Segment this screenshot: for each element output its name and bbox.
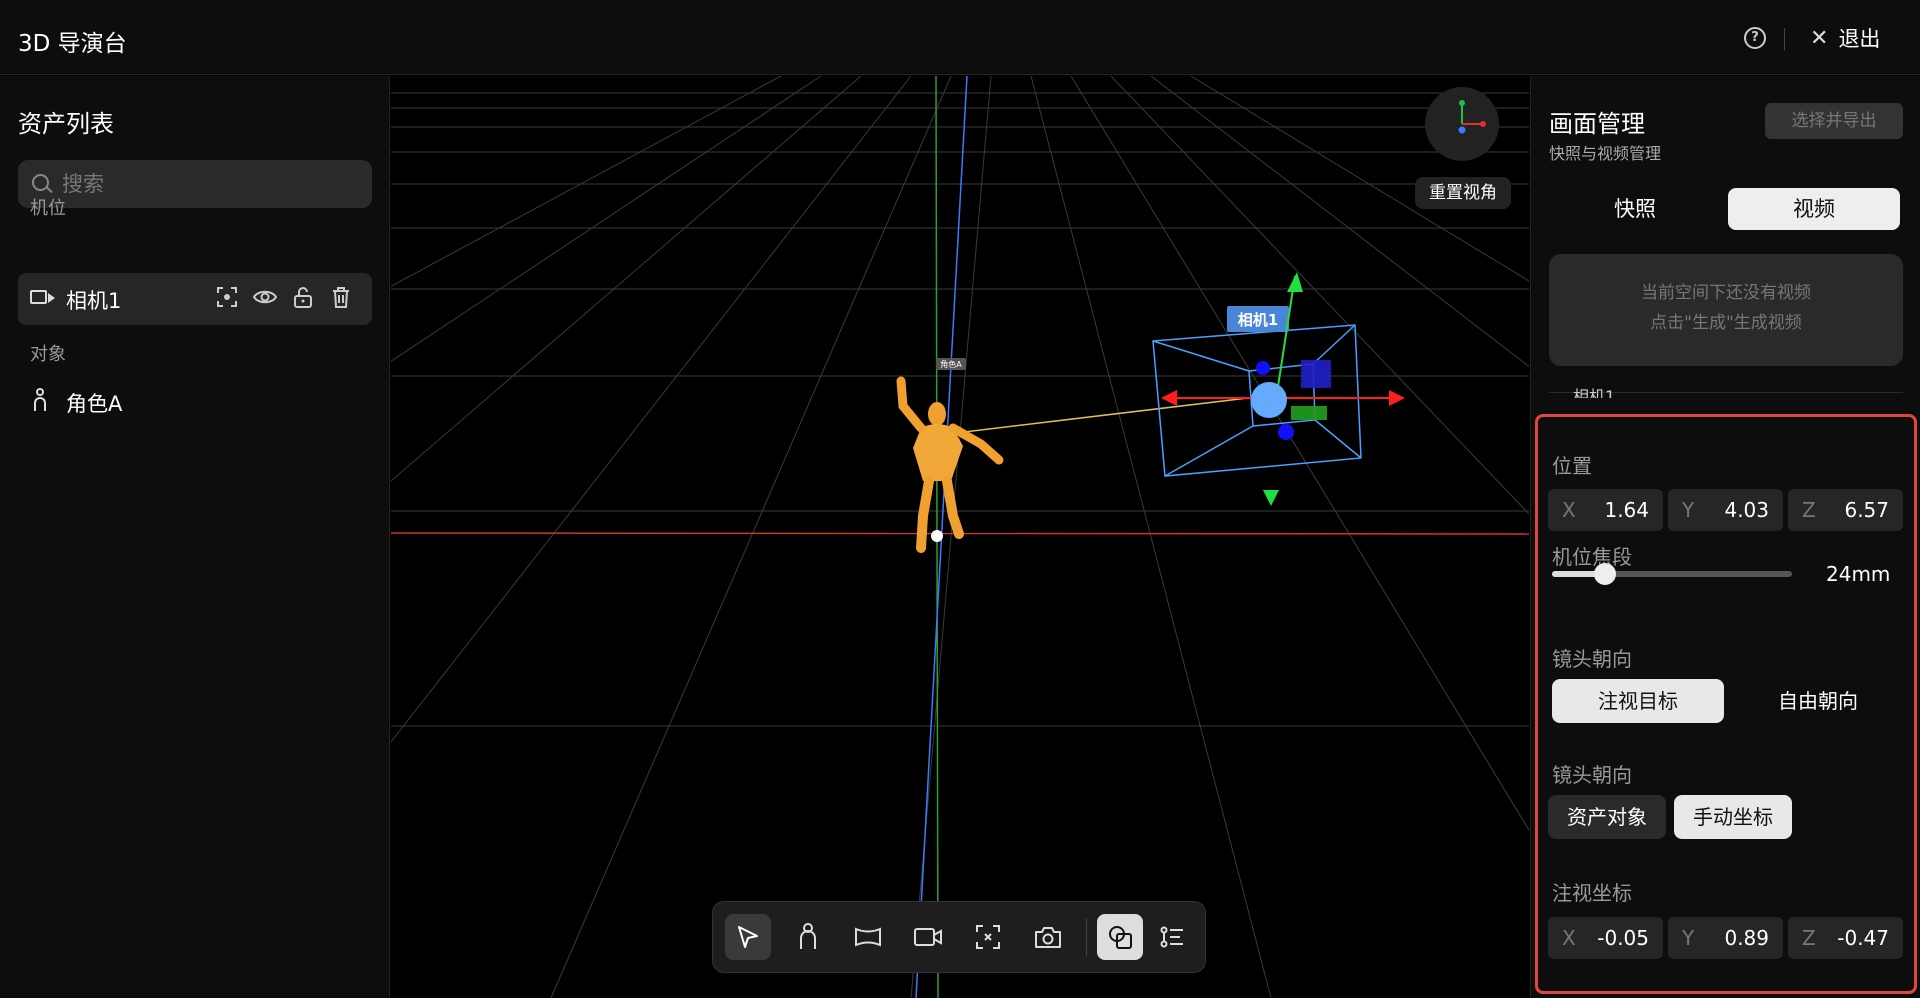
tab-snapshot[interactable]: 快照	[1549, 188, 1721, 230]
empty-line-1: 当前空间下还没有视频	[1641, 283, 1811, 303]
overlay-toggle-button[interactable]	[1097, 914, 1143, 960]
fit-view-button[interactable]	[965, 914, 1011, 960]
cursor-icon	[738, 926, 758, 948]
axis-label: Z	[1802, 498, 1816, 522]
scene-management-panel: 画面管理 快照与视频管理 选择并导出 快照 视频 当前空间下还没有视频 点击"生…	[1530, 76, 1920, 998]
focal-length-value: 24mm	[1826, 562, 1891, 586]
tab-video[interactable]: 视频	[1728, 188, 1900, 230]
focus-icon	[976, 925, 1000, 949]
asset-list-panel: 资产列表 机位 相机1 对象 角色A	[0, 76, 390, 998]
axis-label: X	[1562, 926, 1576, 950]
bottom-toolbar	[712, 901, 1206, 973]
empty-line-2: 点击"生成"生成视频	[1650, 313, 1802, 333]
empty-video-message: 当前空间下还没有视频 点击"生成"生成视频	[1549, 254, 1903, 366]
orientation-label-2: 镜头朝向	[1552, 763, 1632, 787]
3d-viewport[interactable]: 角色A 相机1	[391, 76, 1529, 998]
object-item-label: 角色A	[66, 392, 123, 416]
video-camera-icon	[30, 290, 55, 304]
select-tool-button[interactable]	[725, 914, 771, 960]
slider-thumb[interactable]	[1593, 563, 1616, 585]
look-z-value: -0.47	[1837, 926, 1889, 950]
reset-view-button[interactable]: 重置视角	[1415, 177, 1511, 209]
free-orientation-button[interactable]: 自由朝向	[1732, 679, 1904, 723]
look-z-field[interactable]: Z -0.47	[1788, 917, 1903, 959]
top-bar: 3D 导演台 ? ✕ 退出	[0, 0, 1920, 75]
section-objects: 对象	[30, 344, 66, 365]
person-icon	[800, 923, 816, 949]
axis-label: Z	[1802, 926, 1816, 950]
search-box	[18, 160, 372, 208]
orientation-label: 镜头朝向	[1552, 647, 1632, 671]
position-y-value: 4.03	[1724, 498, 1769, 522]
character-tag: 角色A	[940, 359, 962, 369]
divider	[1784, 28, 1785, 50]
position-label: 位置	[1552, 454, 1592, 478]
look-y-value: 0.89	[1724, 926, 1769, 950]
trash-icon[interactable]	[328, 286, 354, 312]
camera-list-item[interactable]: 相机1	[18, 273, 372, 325]
snapshot-button[interactable]	[1025, 914, 1071, 960]
camera-tool-button[interactable]	[905, 914, 951, 960]
exit-button[interactable]: ✕ 退出	[1810, 24, 1880, 52]
camera-object	[1152, 272, 1405, 506]
unlock-icon[interactable]	[290, 286, 316, 312]
person-icon	[34, 388, 46, 412]
asset-object-button[interactable]: 资产对象	[1548, 795, 1666, 839]
manual-coordinate-button[interactable]: 手动坐标	[1674, 795, 1792, 839]
photo-camera-icon	[1035, 927, 1061, 948]
list-icon	[1160, 926, 1183, 948]
help-icon[interactable]: ?	[1744, 27, 1766, 49]
focal-length-slider[interactable]	[1552, 563, 1792, 585]
search-input[interactable]	[62, 170, 352, 198]
exit-label: 退出	[1838, 27, 1881, 51]
position-x-field[interactable]: X 1.64	[1548, 489, 1663, 531]
look-x-field[interactable]: X -0.05	[1548, 917, 1663, 959]
select-export-button[interactable]: 选择并导出	[1765, 103, 1903, 139]
character-tool-button[interactable]	[785, 914, 831, 960]
list-toggle-button[interactable]	[1149, 914, 1195, 960]
orientation-gizmo[interactable]	[1425, 87, 1499, 161]
look-x-value: -0.05	[1597, 926, 1649, 950]
position-z-field[interactable]: Z 6.57	[1788, 489, 1903, 531]
panel-title: 画面管理	[1549, 110, 1645, 138]
axis-label: Y	[1682, 926, 1695, 950]
panel-subtitle: 快照与视频管理	[1549, 144, 1662, 163]
look-coordinate-label: 注视坐标	[1552, 881, 1632, 905]
section-cameras: 机位	[30, 198, 66, 219]
focal-length-label: 机位焦段	[1552, 545, 1632, 569]
plane-icon	[855, 927, 881, 947]
camera-section-label: 相机1	[1573, 387, 1616, 398]
camera-properties-panel: 位置 X 1.64 Y 4.03 Z 6.57 机位焦段 24mm 镜头朝向 注…	[1535, 414, 1917, 994]
position-x-value: 1.64	[1604, 498, 1649, 522]
scene-canvas: 角色A 相机1	[391, 76, 1529, 998]
focus-icon[interactable]	[214, 286, 240, 312]
look-y-field[interactable]: Y 0.89	[1668, 917, 1783, 959]
toolbar-divider	[1086, 918, 1087, 956]
video-camera-icon	[914, 928, 942, 946]
look-at-target-button[interactable]: 注视目标	[1552, 679, 1724, 723]
position-z-value: 6.57	[1844, 498, 1889, 522]
plane-tool-button[interactable]	[845, 914, 891, 960]
eye-icon[interactable]	[252, 286, 278, 312]
app-title: 3D 导演台	[18, 31, 127, 57]
object-list-item[interactable]: 角色A	[18, 376, 372, 424]
overlay-icon	[1109, 926, 1132, 949]
character-figure	[896, 358, 1282, 553]
axis-label: Y	[1682, 498, 1695, 522]
axis-label: X	[1562, 498, 1576, 522]
panel-title: 资产列表	[18, 110, 114, 138]
camera-item-label: 相机1	[66, 289, 122, 313]
search-icon	[32, 174, 49, 191]
position-y-field[interactable]: Y 4.03	[1668, 489, 1783, 531]
camera-tag: 相机1	[1238, 311, 1278, 329]
close-icon: ✕	[1810, 25, 1829, 51]
